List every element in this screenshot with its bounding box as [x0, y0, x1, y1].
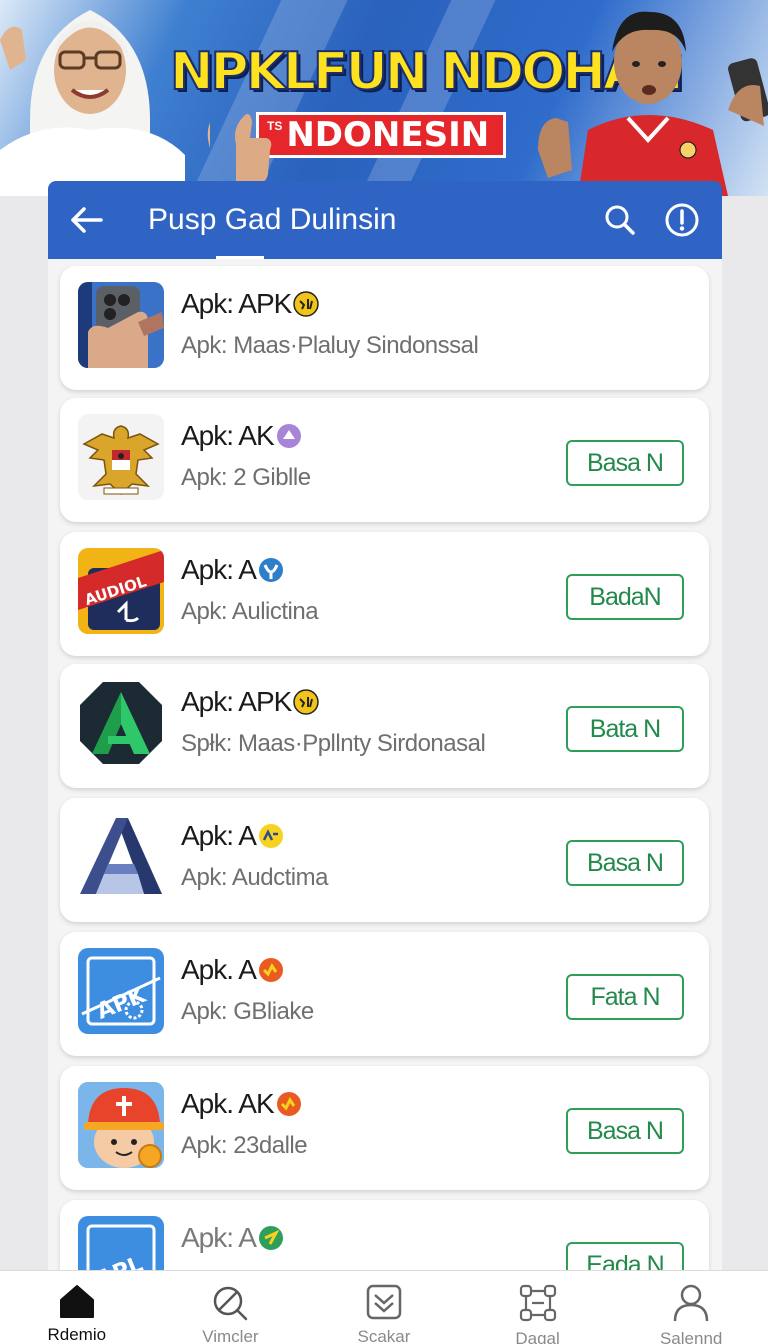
app-icon-phone: [78, 282, 164, 368]
app-description: Spłk: Maas·Ppllnty Sirdonasal: [181, 730, 486, 757]
banner-person-right-image: [538, 11, 768, 196]
list-item[interactable]: Apk: APK Spłk: Maas·Ppllnty Sirdonasal B…: [60, 664, 709, 788]
nav-label: Salennd: [659, 1329, 723, 1344]
app-name: Apk: APK: [181, 288, 320, 320]
install-button[interactable]: Fata N: [566, 974, 684, 1020]
gold-badge-icon: [293, 689, 320, 715]
app-icon-garuda: [78, 414, 164, 500]
promo-banner[interactable]: NPKLFUN NDOHAN TS NDONESIN: [0, 0, 768, 196]
inbox-icon: [366, 1284, 402, 1320]
info-icon: [665, 203, 699, 237]
list-item[interactable]: Apk. AK Apk: 23dalle Basa N: [60, 1066, 709, 1190]
app-bar: Pusp Gad Dulinsin: [48, 181, 722, 259]
gold-badge-icon: [293, 291, 320, 317]
page-title: Pusp Gad Dulinsin: [148, 203, 397, 236]
app-description: Apk: GBliake: [181, 998, 314, 1025]
install-button[interactable]: Basa N: [566, 440, 684, 486]
orange-badge-icon: [258, 958, 283, 982]
app-description: Apk: Aulictina: [181, 598, 319, 625]
green-badge-icon: [258, 1226, 283, 1250]
list-item[interactable]: AUDIOL Apk: A Apk: Aulictina BadaN: [60, 532, 709, 656]
app-name: Apk. A: [181, 954, 284, 986]
app-description: Apk: 23dalle: [181, 1132, 308, 1159]
nav-label: Rdemio: [47, 1325, 107, 1344]
app-name: Apk. AK: [181, 1088, 302, 1120]
install-button[interactable]: BadaN: [566, 574, 684, 620]
info-button[interactable]: [660, 198, 704, 242]
app-name: Apk: A: [181, 554, 284, 586]
app-name: Apk: APK: [181, 686, 320, 718]
install-button[interactable]: Basa N: [566, 840, 684, 886]
install-button[interactable]: Basa N: [566, 1108, 684, 1154]
app-icon-apk-box: APK: [78, 948, 164, 1034]
search-icon: [605, 205, 635, 235]
list-item[interactable]: Apk: APK Apk: Maas·Plaluy Sindonssal: [60, 266, 709, 390]
thumbs-up-icon: [235, 114, 272, 184]
app-icon-blue-a: [78, 814, 164, 900]
nav-label: Dagal: [515, 1329, 560, 1344]
app-description: Apk: 2 Giblle: [181, 464, 311, 491]
app-name: Apk: A: [181, 820, 284, 852]
app-icon-green-a: [78, 680, 164, 766]
nav-item-profile[interactable]: Salennd: [614, 1271, 768, 1344]
list-item[interactable]: APK Apk. A Apk: GBliake Fata N: [60, 932, 709, 1056]
app-description: Apk: Maas·Plaluy Sindonssal: [181, 332, 479, 359]
search-button[interactable]: [598, 198, 642, 242]
home-icon: [59, 1285, 94, 1318]
search-pen-icon: [214, 1286, 248, 1321]
app-icon-cartoon-kid: [78, 1082, 164, 1168]
nav-item-discover[interactable]: Vimcler: [154, 1271, 308, 1344]
app-description: Apk: Audctima: [181, 864, 328, 891]
app-name: Apk: A: [181, 1222, 284, 1254]
bottom-navigation: Rdemio Vimcler Scakar Dagal Salennd: [0, 1270, 768, 1344]
nav-item-home[interactable]: Rdemio: [0, 1271, 154, 1344]
back-arrow-icon: [71, 207, 103, 233]
nav-item-nodes[interactable]: Dagal: [461, 1271, 615, 1344]
back-button[interactable]: [70, 206, 126, 234]
install-button[interactable]: Bata N: [566, 706, 684, 752]
tab-indicator: [216, 256, 264, 259]
yellow-badge-icon: [258, 824, 283, 848]
app-name: Apk: AK: [181, 420, 302, 452]
list-item[interactable]: Apk: AK Apk: 2 Giblle Basa N: [60, 398, 709, 522]
nav-label: Vimcler: [202, 1327, 259, 1344]
blue-badge-icon: [258, 558, 283, 582]
nodes-icon: [519, 1284, 556, 1322]
orange-badge-icon: [276, 1092, 301, 1116]
nav-label: Scakar: [357, 1327, 411, 1344]
banner-subtitle-box: TS NDONESIN: [256, 112, 507, 158]
nav-item-inbox[interactable]: Scakar: [307, 1271, 461, 1344]
app-icon-audio: AUDIOL: [78, 548, 164, 634]
banner-subtitle: NDONESIN: [286, 115, 490, 155]
purple-badge-icon: [276, 424, 301, 448]
person-icon: [673, 1284, 709, 1322]
list-item[interactable]: Apk: A Apk: Audctima Basa N: [60, 798, 709, 922]
